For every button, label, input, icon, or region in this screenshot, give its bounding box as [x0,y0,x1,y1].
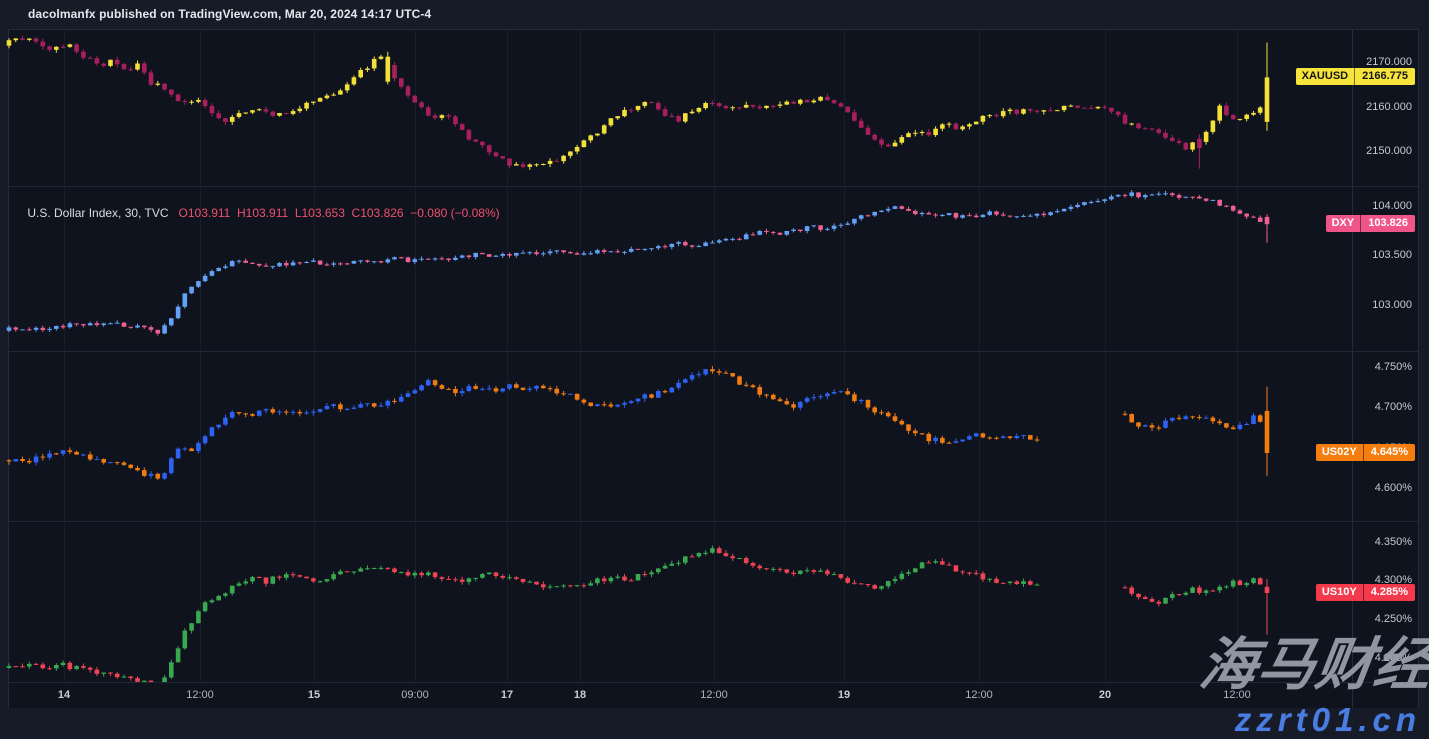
panel-us02y[interactable] [0,351,1352,521]
badge-price-value: 2166.775 [1355,68,1415,85]
time-axis-label: 12:00 [965,689,993,701]
time-axis-label: 12:00 [186,689,214,701]
snapshot-header-bar: dacolmanfx published on TradingView.com,… [0,0,1429,29]
y-axis-label-dxy[interactable]: 104.000 [1372,200,1412,212]
price-badge-xauusd[interactable]: XAUUSD2166.775 [1296,68,1415,85]
watermark-chinese-text: 海马财经 [1195,619,1429,701]
y-axis-label-us02y[interactable]: 4.750% [1375,361,1412,373]
y-axis-label-us10y[interactable]: 4.350% [1375,536,1412,548]
badge-symbol-label: US10Y [1316,584,1364,601]
dxy-legend-title[interactable]: U.S. Dollar Index, 30, TVC [27,206,168,220]
time-axis-label: 09:00 [401,689,429,701]
tradingview-snapshot: dacolmanfx published on TradingView.com,… [0,0,1429,739]
time-axis-label: 15 [308,689,320,701]
time-axis-label: 14 [58,689,70,701]
time-axis-label: 20 [1099,689,1111,701]
price-badge-dxy[interactable]: DXY103.826 [1326,215,1415,232]
y-axis-label-xauusd[interactable]: 2170.000 [1366,56,1412,68]
time-axis-label: 17 [501,689,513,701]
watermark-url-text: zzrt01.cn [1235,701,1421,739]
y-axis-label-us02y[interactable]: 4.700% [1375,401,1412,413]
y-axis-label-dxy[interactable]: 103.500 [1372,249,1412,261]
badge-symbol-label: US02Y [1316,444,1364,461]
frame-right-border [1418,29,1419,708]
snapshot-footer-bar: TradingView [0,708,1429,739]
badge-symbol-label: XAUUSD [1296,68,1355,85]
badge-price-value: 4.285% [1364,584,1415,601]
dxy-legend[interactable]: U.S. Dollar Index, 30, TVC O103.911 H103.… [14,192,500,234]
time-axis-label: 19 [838,689,850,701]
price-badge-us10y[interactable]: US10Y4.285% [1316,584,1415,601]
y-axis-label-us02y[interactable]: 4.600% [1375,482,1412,494]
time-axis-label: 12:00 [700,689,728,701]
y-axis-label-xauusd[interactable]: 2150.000 [1366,145,1412,157]
y-axis-label-xauusd[interactable]: 2160.000 [1366,101,1412,113]
attribution-text: dacolmanfx published on TradingView.com,… [28,7,431,21]
y-axis-label-dxy[interactable]: 103.000 [1372,299,1412,311]
price-badge-us02y[interactable]: US02Y4.645% [1316,444,1415,461]
panel-us10y[interactable] [0,521,1352,682]
panel-xauusd[interactable] [0,30,1352,186]
price-scale-border[interactable] [1352,29,1353,708]
badge-price-value: 4.645% [1364,444,1415,461]
badge-symbol-label: DXY [1326,215,1362,232]
time-axis-label: 18 [574,689,586,701]
badge-price-value: 103.826 [1361,215,1415,232]
dxy-legend-ohlc-values: O103.911 H103.911 L103.653 C103.826 −0.0… [179,206,500,220]
